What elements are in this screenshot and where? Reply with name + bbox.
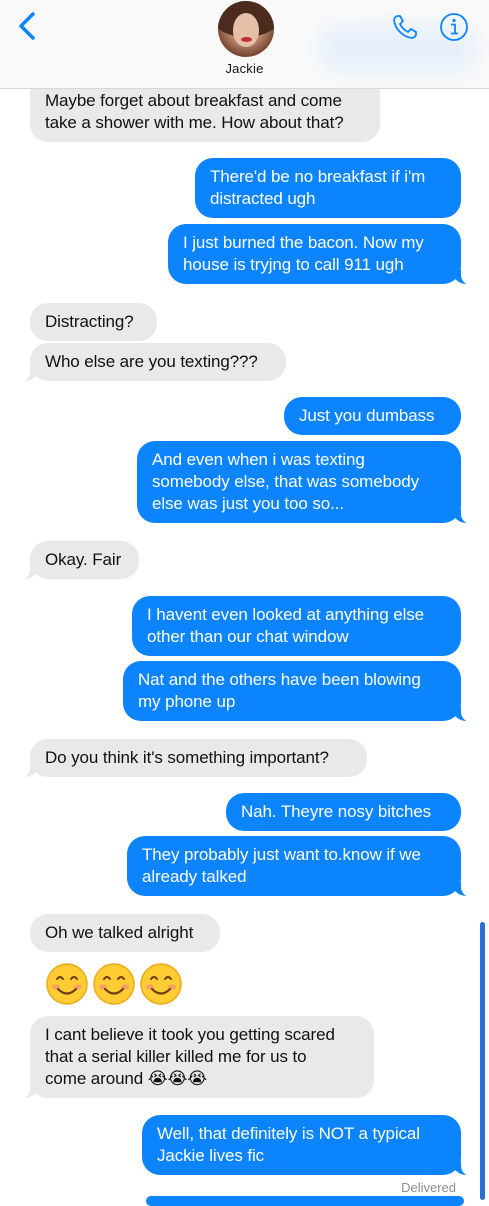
info-icon[interactable] xyxy=(439,12,469,42)
phone-icon[interactable] xyxy=(390,12,420,42)
smiling-face-icon xyxy=(46,963,88,1005)
outgoing-message[interactable]: Well, that definitely is NOT a typical J… xyxy=(142,1115,471,1176)
outgoing-message[interactable]: Just you dumbass xyxy=(284,397,461,435)
outgoing-message[interactable]: Nat and the others have been blowing my … xyxy=(123,661,471,722)
outgoing-message[interactable]: Nah. Theyre nosy bitches xyxy=(226,793,461,831)
outgoing-message[interactable]: There'd be no breakfast if i'm distracte… xyxy=(195,158,461,218)
outgoing-message[interactable]: I just burned the bacon. Now my house is… xyxy=(168,224,471,285)
incoming-message[interactable]: Okay. Fair xyxy=(20,541,139,580)
incoming-message[interactable]: Maybe forget about breakfast and come ta… xyxy=(30,82,380,142)
incoming-message[interactable]: Oh we talked alright xyxy=(30,914,220,952)
outgoing-message[interactable]: I havent even looked at anything else ot… xyxy=(132,596,461,656)
incoming-message[interactable]: Do you think it's something important? xyxy=(20,739,367,778)
outgoing-message-partial[interactable] xyxy=(146,1196,464,1206)
emoji-message[interactable] xyxy=(40,958,190,1010)
conversation-header: Jackie xyxy=(0,0,489,89)
outgoing-message[interactable]: They probably just want to.know if we al… xyxy=(127,836,471,897)
avatar[interactable] xyxy=(218,1,274,57)
incoming-message[interactable]: I cant believe it took you getting scare… xyxy=(20,1016,374,1099)
incoming-message[interactable]: Who else are you texting??? xyxy=(20,343,286,382)
scrollbar[interactable] xyxy=(480,922,485,1200)
smiling-face-icon xyxy=(93,963,135,1005)
chevron-left-icon[interactable] xyxy=(14,10,42,42)
incoming-message[interactable]: Distracting? xyxy=(30,303,157,341)
delivered-status: Delivered xyxy=(401,1180,456,1195)
outgoing-message[interactable]: And even when i was texting somebody els… xyxy=(137,441,471,524)
smiling-face-icon xyxy=(140,963,182,1005)
